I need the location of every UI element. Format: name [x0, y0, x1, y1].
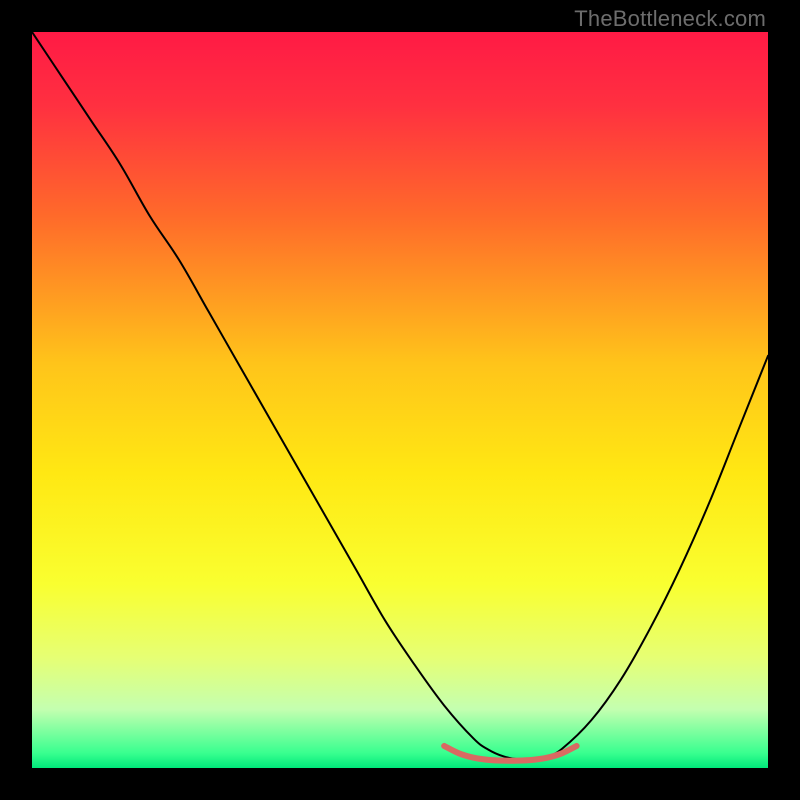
- chart-plot-area: [32, 32, 768, 768]
- watermark-text: TheBottleneck.com: [574, 6, 766, 32]
- chart-frame: [32, 32, 768, 768]
- chart-svg: [32, 32, 768, 768]
- chart-background: [32, 32, 768, 768]
